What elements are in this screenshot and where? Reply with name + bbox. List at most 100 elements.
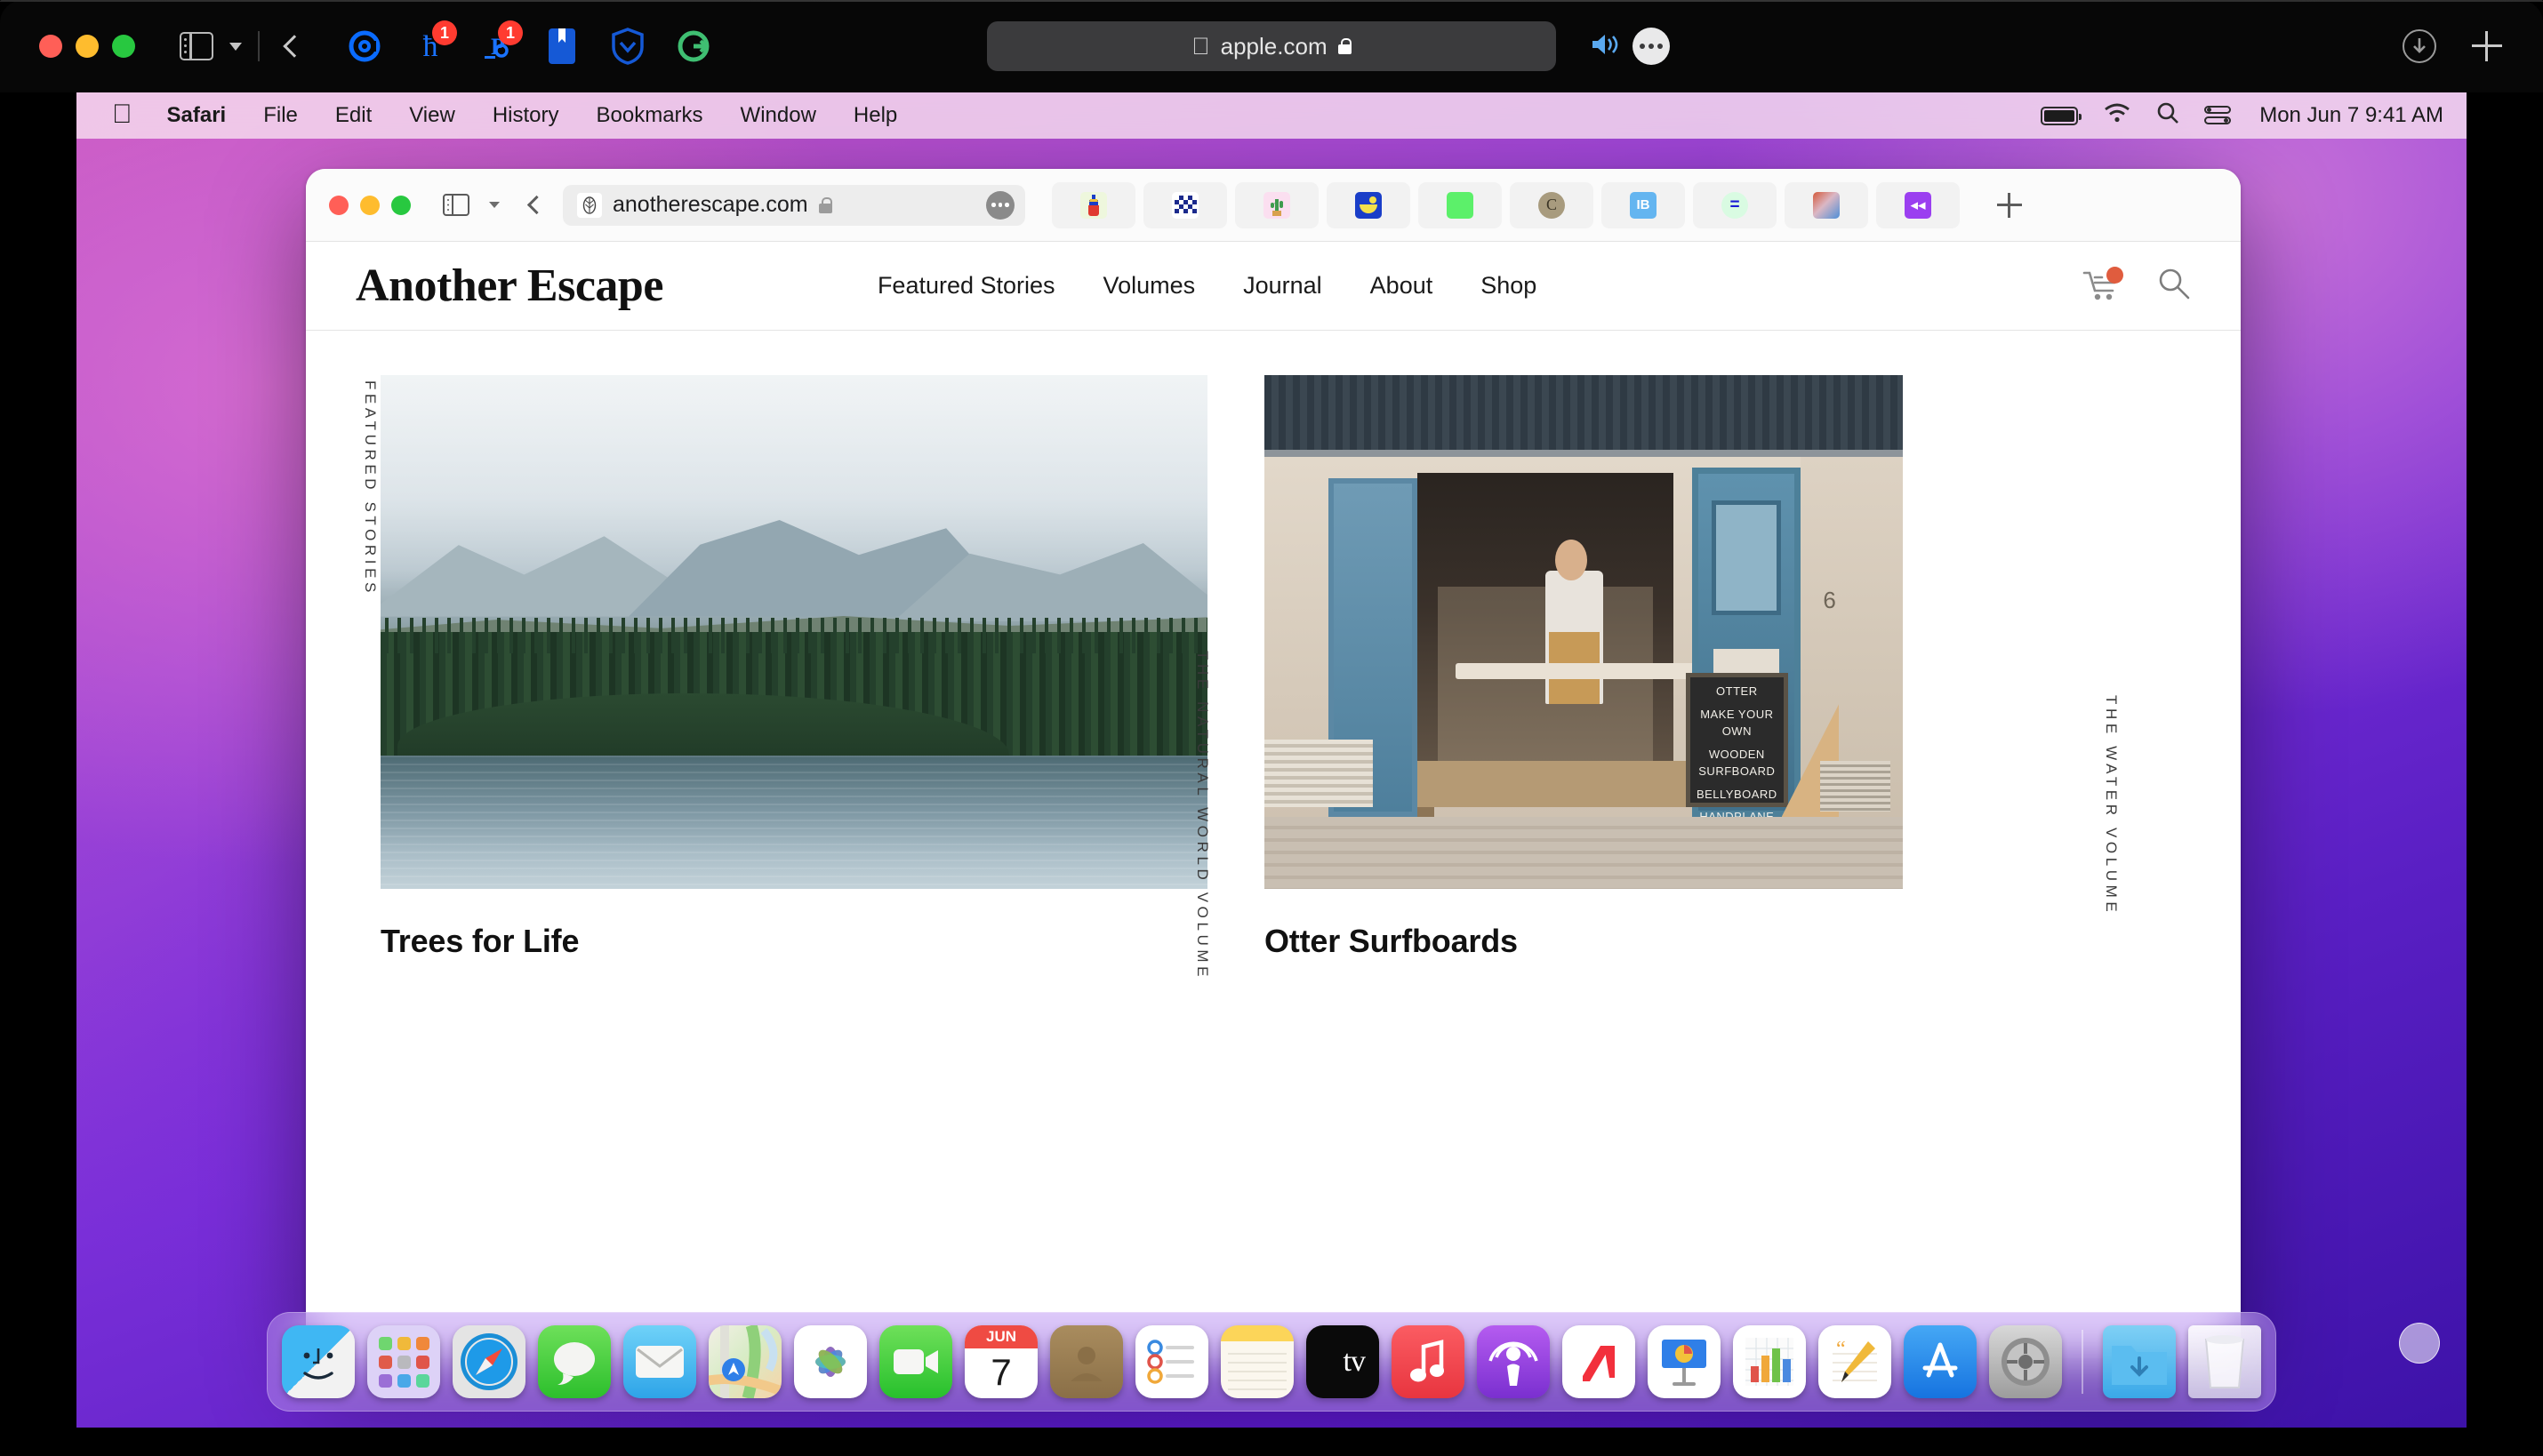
story-card-otter-surfboards[interactable]: 6 OTTER MAKE YOUR OWN WOODEN SUR: [1264, 375, 2002, 960]
nav-link-shop[interactable]: Shop: [1456, 272, 1560, 300]
safari-sidebar-toggle-icon[interactable]: [443, 194, 469, 216]
tab-favicon-rewind[interactable]: ◂◂: [1876, 182, 1960, 228]
cart-badge: [2106, 267, 2123, 284]
dock-item-calendar[interactable]: JUN 7: [965, 1325, 1038, 1398]
safari-minimize-button[interactable]: [360, 196, 380, 215]
safari-close-button[interactable]: [329, 196, 349, 215]
story-card-trees-for-life[interactable]: THE NATURAL WORLD VOLUME Trees for Life: [381, 375, 1207, 960]
dock-item-photos[interactable]: [794, 1325, 867, 1398]
dock-item-music[interactable]: [1392, 1325, 1464, 1398]
dock-item-podcasts[interactable]: [1477, 1325, 1550, 1398]
dock-item-trash[interactable]: [2188, 1325, 2261, 1398]
safari-window-controls[interactable]: [329, 196, 411, 215]
search-icon[interactable]: [2157, 267, 2191, 305]
nav-link-journal[interactable]: Journal: [1219, 272, 1346, 300]
dock-item-numbers[interactable]: [1733, 1325, 1806, 1398]
control-center-icon[interactable]: [2204, 106, 2234, 125]
menu-item-window[interactable]: Window: [722, 105, 835, 126]
chalkboard-sign: OTTER MAKE YOUR OWN WOODEN SURFBOARD BEL…: [1686, 673, 1788, 806]
host-minimize-button[interactable]: [76, 35, 99, 58]
cart-icon[interactable]: [2082, 269, 2122, 303]
site-nav-actions: [2082, 267, 2191, 305]
dock-item-tv[interactable]: tv: [1306, 1325, 1379, 1398]
dock-item-system-preferences[interactable]: [1989, 1325, 2062, 1398]
shield-icon[interactable]: [608, 27, 647, 66]
menu-item-file[interactable]: File: [245, 105, 317, 126]
menu-item-bookmarks[interactable]: Bookmarks: [578, 105, 722, 126]
dock-item-app-store[interactable]: [1904, 1325, 1977, 1398]
host-address-bar[interactable]:  apple.com: [987, 21, 1556, 71]
safari-tab-overview-icon[interactable]: [489, 202, 500, 208]
calendar-month: JUN: [965, 1325, 1038, 1348]
menu-bar-clock[interactable]: Mon Jun 7 9:41 AM: [2259, 103, 2443, 128]
page-settings-icon[interactable]: [986, 191, 1015, 220]
host-back-icon[interactable]: [283, 35, 305, 57]
tab-favicon-coin[interactable]: C: [1510, 182, 1593, 228]
dock-item-pages[interactable]: “: [1818, 1325, 1891, 1398]
more-options-icon[interactable]: [1632, 28, 1670, 65]
wifi-icon[interactable]: [2103, 102, 2131, 130]
battery-icon[interactable]: [2041, 107, 2078, 125]
grammarly-icon[interactable]: [674, 27, 713, 66]
tab-favicon-green[interactable]: [1418, 182, 1502, 228]
story-title-trees-for-life[interactable]: Trees for Life: [381, 923, 1207, 960]
menu-item-view[interactable]: View: [390, 105, 474, 126]
safari-new-tab-button[interactable]: [1997, 193, 2022, 218]
host-zoom-button[interactable]: [112, 35, 135, 58]
dock-item-maps[interactable]: [709, 1325, 782, 1398]
svg-text:“: “: [1836, 1338, 1846, 1361]
dock-item-messages[interactable]: [538, 1325, 611, 1398]
host-window-controls[interactable]: [39, 35, 135, 58]
story-title-otter-surfboards[interactable]: Otter Surfboards: [1264, 923, 2002, 960]
dock-item-mail[interactable]: [623, 1325, 696, 1398]
host-close-button[interactable]: [39, 35, 62, 58]
speaker-icon[interactable]: [1590, 31, 1620, 62]
dock-item-keynote[interactable]: [1648, 1325, 1721, 1398]
dock-item-reminders[interactable]: [1135, 1325, 1208, 1398]
bookmark-icon[interactable]: [542, 27, 582, 66]
menu-item-help[interactable]: Help: [835, 105, 916, 126]
dock-item-contacts[interactable]: [1050, 1325, 1123, 1398]
story-volume-label-natural-world: THE NATURAL WORLD VOLUME: [1193, 651, 1211, 980]
host-new-tab-icon[interactable]: [2472, 31, 2502, 61]
menu-item-history[interactable]: History: [474, 105, 578, 126]
tab-favicon-bottle[interactable]: [1052, 182, 1135, 228]
tab-favicon-cactus[interactable]: [1235, 182, 1319, 228]
safari-window: anotherescape.com C IB = ◂◂: [306, 169, 2241, 1358]
dock-item-downloads[interactable]: [2103, 1325, 2176, 1398]
downloads-icon[interactable]: [2403, 29, 2436, 63]
tab-favicon-sun[interactable]: [1327, 182, 1410, 228]
dock-item-facetime[interactable]: [879, 1325, 952, 1398]
copilot-icon[interactable]: [345, 27, 384, 66]
dock-item-news[interactable]: [1562, 1325, 1635, 1398]
featured-stories-section: FEATURED STORIES THE NATURAL WORL: [306, 331, 2241, 960]
nav-link-volumes[interactable]: Volumes: [1079, 272, 1220, 300]
spotlight-icon[interactable]: [2156, 101, 2179, 131]
nav-link-about[interactable]: About: [1346, 272, 1457, 300]
tab-favicon-gradient[interactable]: [1785, 182, 1868, 228]
dock-item-safari[interactable]: [453, 1325, 525, 1398]
menu-item-safari[interactable]: Safari: [148, 105, 245, 126]
anotherescape-favicon: [577, 193, 602, 218]
site-brand[interactable]: Another Escape: [356, 260, 663, 312]
menu-item-edit[interactable]: Edit: [317, 105, 390, 126]
tab-favicon-equals[interactable]: =: [1693, 182, 1777, 228]
dock-item-notes[interactable]: [1221, 1325, 1294, 1398]
apple-menu-icon[interactable]: : [96, 101, 148, 128]
host-sidebar-toggle-icon[interactable]: [180, 32, 213, 60]
safari-address-bar[interactable]: anotherescape.com: [563, 185, 1025, 226]
chalkboard-line-1: MAKE YOUR OWN: [1690, 700, 1784, 740]
dock-item-launchpad[interactable]: [367, 1325, 440, 1398]
tab-favicon-checker[interactable]: [1143, 182, 1227, 228]
dock-item-finder[interactable]: [282, 1325, 355, 1398]
story-image-loch-forest[interactable]: [381, 375, 1207, 889]
honey-icon[interactable]: ħ 1: [411, 27, 450, 66]
tab-favicon-ib[interactable]: IB: [1601, 182, 1685, 228]
safari-zoom-button[interactable]: [391, 196, 411, 215]
pocket-casts-icon[interactable]: P 1: [477, 27, 516, 66]
safari-back-icon[interactable]: [527, 196, 546, 214]
nav-link-featured-stories[interactable]: Featured Stories: [854, 272, 1079, 300]
story-image-surfboard-workshop[interactable]: 6 OTTER MAKE YOUR OWN WOODEN SUR: [1264, 375, 1903, 889]
host-chevron-down-icon[interactable]: [229, 43, 242, 51]
chalkboard-line-3: BELLYBOARD: [1690, 780, 1784, 804]
